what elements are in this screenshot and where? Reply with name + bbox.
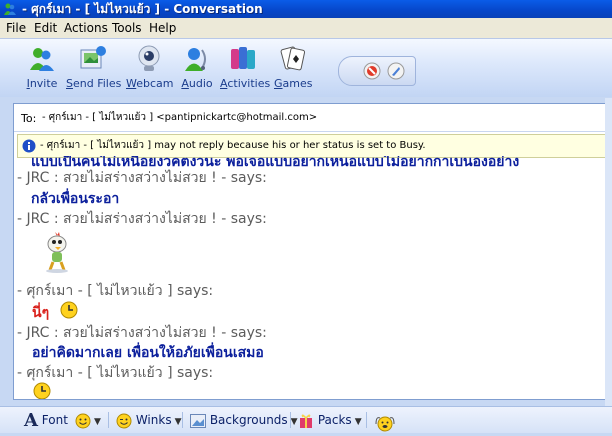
audio-icon <box>185 48 206 71</box>
message-text: กลัวเพื่อนระอา <box>31 191 120 207</box>
webcam-icon <box>138 45 160 71</box>
format-bar: A Font ▼ Winks ▼ Backgrounds ▼ Packs ▼ <box>0 406 612 433</box>
block-icon[interactable] <box>363 62 381 80</box>
menu-help[interactable]: Help <box>149 18 176 38</box>
nudge-icon <box>375 416 395 431</box>
activities-button[interactable]: Activities <box>220 41 271 95</box>
backgrounds-button[interactable]: Backgrounds ▼ <box>190 407 298 435</box>
message-text: อย่าคิดมากเลย เพื่อนให้อภัยเพื่อนเสมอ <box>32 345 264 361</box>
nudge-button[interactable] <box>374 410 396 436</box>
menu-edit[interactable]: Edit <box>34 18 57 38</box>
send-files-button[interactable]: Send Files <box>66 41 122 95</box>
to-label: To: <box>21 112 37 125</box>
window-title: - ศุกร์เมา - [ ไม่ไหวแย้ว ] - Conversati… <box>22 2 263 16</box>
speaker-line: - JRC : สวยไม่สร่างสว่างไม่สวย ! - says: <box>17 170 267 186</box>
to-field: To: - ศุกร์เมา - [ ไม่ไหวแย้ว ] <pantipn… <box>14 104 612 132</box>
packs-button[interactable]: Packs ▼ <box>298 407 362 435</box>
conversation-panel: To: - ศุกร์เมา - [ ไม่ไหวแย้ว ] <pantipn… <box>13 103 612 400</box>
invite-button[interactable]: Invite <box>22 41 62 95</box>
packs-icon <box>300 414 312 428</box>
status-notice: - ศุกร์เมา - [ ไม่ไหวแย้ว ] may not repl… <box>17 134 612 158</box>
smiley-icon <box>75 413 91 428</box>
divider <box>182 412 183 428</box>
clock-emoticon <box>33 382 51 399</box>
speaker-line: - ศุกร์เมา - [ ไม่ไหวแย้ว ] says: <box>17 283 214 299</box>
info-icon <box>22 139 36 153</box>
invite-label: Invite <box>26 77 58 90</box>
speaker-line: - JRC : สวยไม่สร่างสว่างไม่สวย ! - says: <box>17 211 267 227</box>
activities-icon <box>231 47 255 69</box>
webcam-button[interactable]: Webcam <box>126 41 174 95</box>
packs-label: Packs <box>317 413 352 427</box>
backgrounds-label: Backgrounds <box>209 413 288 427</box>
font-button[interactable]: A Font <box>24 407 68 434</box>
send-files-label: Send Files <box>66 77 122 90</box>
games-icon <box>280 46 306 71</box>
status-text: - ศุกร์เมา - [ ไม่ไหวแย้ว ] may not repl… <box>40 140 426 151</box>
menu-bar: File Edit Actions Tools Help <box>0 18 612 39</box>
menu-file[interactable]: File <box>6 18 26 38</box>
winks-button[interactable]: Winks ▼ <box>116 407 182 435</box>
font-label: Font <box>41 413 68 427</box>
backgrounds-icon <box>190 413 206 428</box>
messenger-logo-icon <box>4 3 16 15</box>
title-bar: - ศุกร์เมา - [ ไม่ไหวแย้ว ] - Conversati… <box>0 0 612 18</box>
winks-label: Winks <box>135 413 172 427</box>
message-text: นี่ๆ <box>32 305 50 321</box>
speaker-line: - ศุกร์เมา - [ ไม่ไหวแย้ว ] says: <box>17 365 214 381</box>
games-button[interactable]: Games <box>274 41 313 95</box>
font-icon: A <box>24 409 38 431</box>
wallpaper-icon[interactable] <box>387 62 405 80</box>
clock-emoticon <box>60 301 78 319</box>
winks-icon <box>116 413 132 428</box>
chicken-emoticon <box>46 232 68 273</box>
invite-icon <box>30 48 54 71</box>
contact-actions <box>338 56 416 86</box>
divider <box>290 412 291 428</box>
chat-history: แบบเป็นคนไม่เหนือยงวคตงวนะ พอเจอแบบอยากเ… <box>14 156 612 399</box>
to-value: - ศุกร์เมา - [ ไม่ไหวแย้ว ] <pantipnicka… <box>42 112 318 123</box>
divider <box>366 412 367 428</box>
menu-actions[interactable]: Actions <box>64 18 108 38</box>
menu-tools[interactable]: Tools <box>112 18 142 38</box>
activities-label: Activities <box>220 77 271 90</box>
speaker-line: - JRC : สวยไม่สร่างสว่างไม่สวย ! - says: <box>17 325 267 341</box>
emoticon-button[interactable]: ▼ <box>75 407 101 435</box>
audio-button[interactable]: Audio <box>180 41 214 95</box>
scrollbar[interactable] <box>605 98 612 406</box>
send-files-icon <box>80 46 106 69</box>
games-label: Games <box>274 77 313 90</box>
toolbar: Invite Send Files Webcam Audio Activitie… <box>0 39 612 97</box>
audio-label: Audio <box>181 77 213 90</box>
divider <box>108 412 109 428</box>
webcam-label: Webcam <box>126 77 174 90</box>
